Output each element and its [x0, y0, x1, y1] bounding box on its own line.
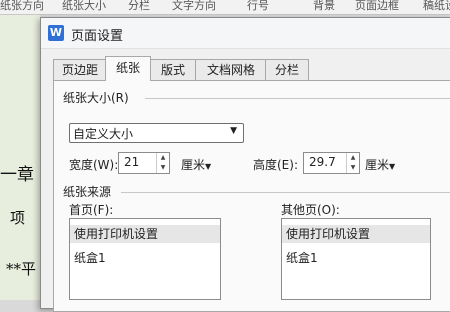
width-unit-label: 厘米	[181, 158, 206, 172]
paper-size-value: 自定义大小	[73, 127, 134, 141]
tab-document-grid[interactable]: 文档网格	[195, 59, 267, 80]
ribbon-background[interactable]: 背景	[313, 0, 335, 13]
height-unit-select[interactable]: 厘米▼	[365, 156, 395, 173]
height-unit-label: 厘米	[365, 158, 390, 172]
dialog-title: 页面设置	[71, 29, 124, 44]
ribbon-page-border[interactable]: 页面边框	[355, 0, 399, 13]
first-page-tray-list[interactable]: 使用打印机设置 纸盒1	[69, 218, 221, 300]
page-setup-dialog: W 页面设置 页边距 纸张 版式 文档网格 分栏 纸张大小(R) 自定义大小 ▼…	[40, 17, 450, 312]
list-item[interactable]: 使用打印机设置	[282, 225, 430, 243]
paper-source-group-label: 纸张来源	[63, 185, 112, 199]
paper-size-group-label: 纸张大小(R)	[63, 91, 129, 105]
spin-down-icon[interactable]: ▼	[157, 163, 169, 173]
width-spinner[interactable]: 21 ▲ ▼	[118, 152, 170, 174]
tab-columns[interactable]: 分栏	[265, 59, 309, 80]
wps-writer-icon: W	[48, 25, 64, 41]
ribbon-paper-orientation[interactable]: 纸张方向	[0, 0, 44, 13]
doc-text-chapter: 一章	[0, 165, 34, 185]
other-pages-tray-list[interactable]: 使用打印机设置 纸盒1	[281, 218, 431, 300]
ribbon-manuscript[interactable]: 稿纸设置	[423, 0, 450, 13]
list-item[interactable]: 纸盒1	[70, 249, 220, 267]
unit-dropdown-icon: ▼	[205, 162, 212, 171]
width-label: 宽度(W):	[69, 158, 119, 172]
height-spinner[interactable]: 29.7 ▲ ▼	[303, 152, 360, 174]
paper-source-divider	[121, 192, 450, 193]
width-unit-select[interactable]: 厘米▼	[181, 156, 211, 173]
list-item[interactable]: 纸盒1	[282, 249, 430, 267]
first-page-label: 首页(F):	[69, 203, 114, 217]
list-item[interactable]: 使用打印机设置	[70, 225, 220, 243]
height-label: 高度(E):	[253, 158, 298, 172]
chevron-down-icon: ▼	[230, 126, 237, 136]
dialog-titlebar[interactable]: W 页面设置	[41, 18, 450, 49]
ribbon-columns[interactable]: 分栏	[128, 0, 150, 13]
ribbon-text-direction[interactable]: 文字方向	[172, 0, 216, 13]
ribbon-line-numbers[interactable]: 行号	[247, 0, 269, 13]
spin-up-icon[interactable]: ▲	[157, 153, 169, 163]
ribbon-paper-size[interactable]: 纸张大小	[62, 0, 106, 13]
tab-layout[interactable]: 版式	[149, 59, 197, 80]
spin-down-icon[interactable]: ▼	[347, 163, 359, 173]
paper-size-divider	[145, 98, 450, 99]
tab-margins[interactable]: 页边距	[53, 59, 107, 80]
unit-dropdown-icon: ▼	[389, 162, 396, 171]
doc-text-bold: **平	[6, 260, 37, 278]
doc-text-item: 项	[10, 209, 26, 227]
background-ribbon: 纸张方向 纸张大小 分栏 文字方向 行号 背景 页面边框 稿纸设置	[0, 0, 450, 15]
width-value: 21	[124, 155, 140, 169]
height-value: 29.7	[309, 155, 336, 169]
tab-paper[interactable]: 纸张	[105, 56, 151, 81]
other-pages-label: 其他页(O):	[281, 203, 340, 217]
spin-up-icon[interactable]: ▲	[347, 153, 359, 163]
paper-size-select[interactable]: 自定义大小 ▼	[69, 123, 244, 143]
